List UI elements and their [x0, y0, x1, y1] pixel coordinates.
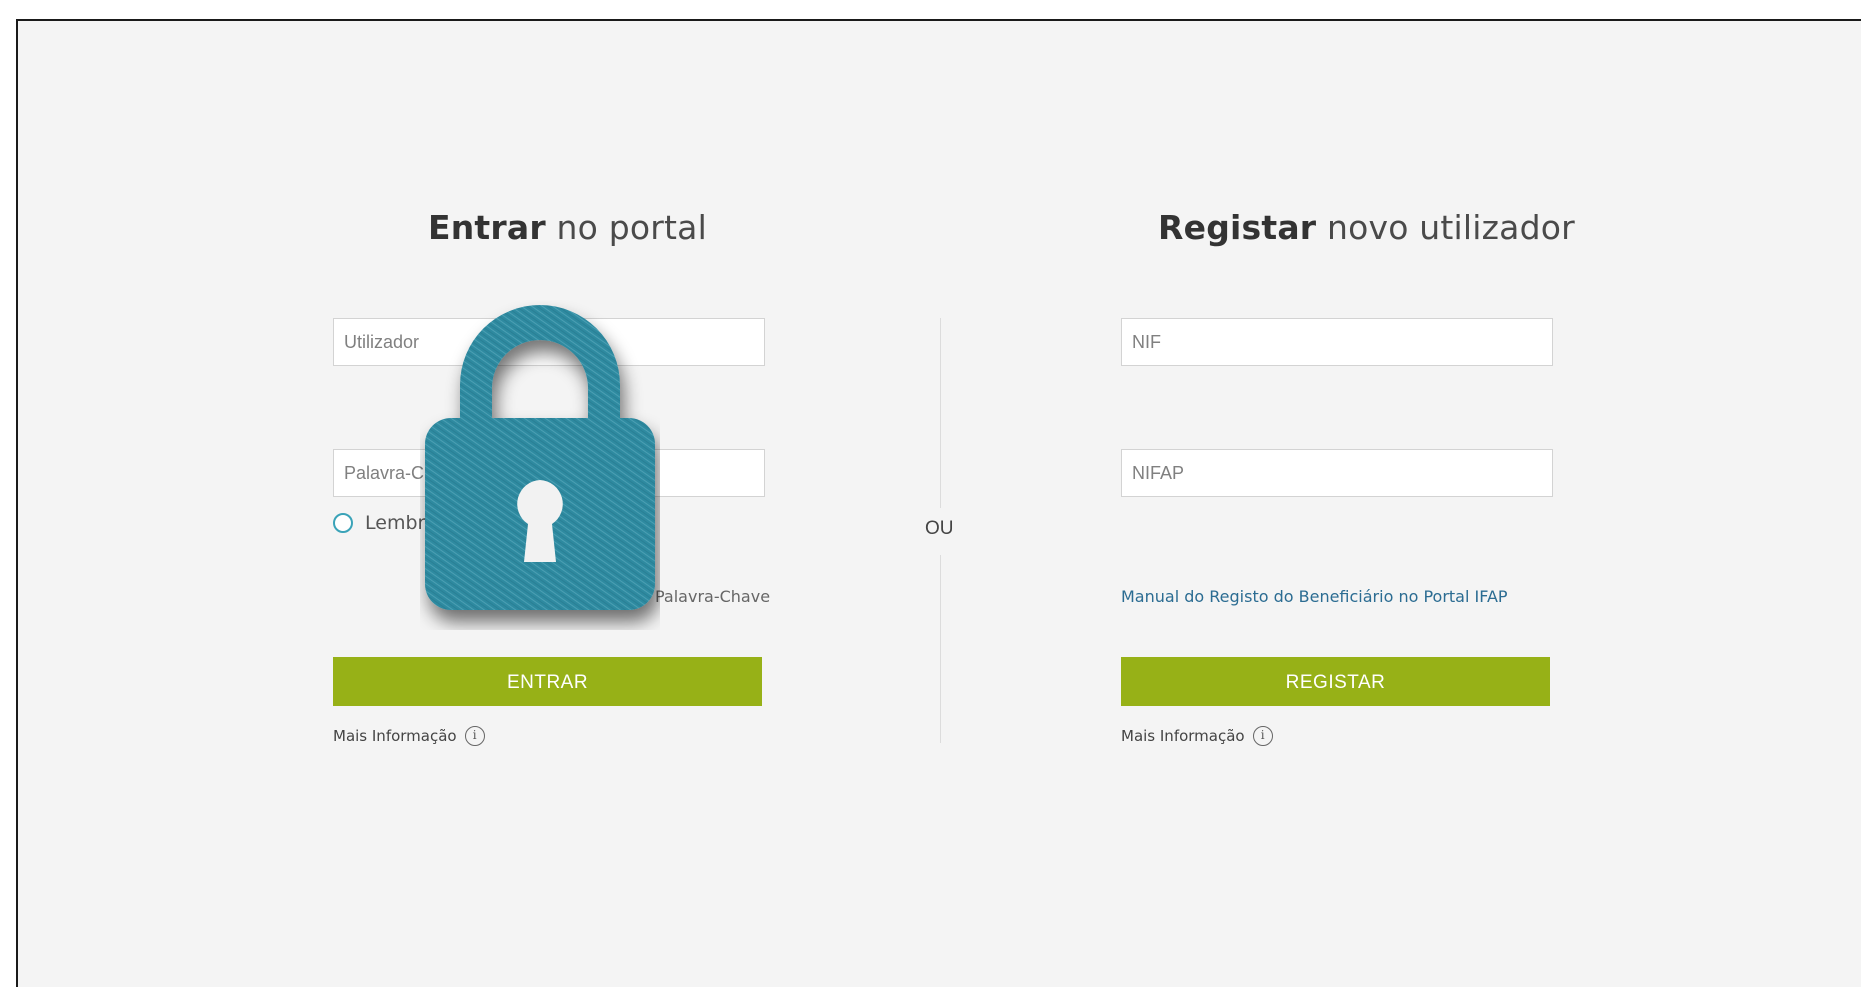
or-separator: OU — [925, 518, 954, 539]
register-more-info[interactable]: Mais Informação i — [1121, 726, 1273, 746]
login-more-info[interactable]: Mais Informação i — [333, 726, 485, 746]
page-frame — [16, 19, 1861, 987]
info-icon[interactable]: i — [1252, 726, 1273, 746]
register-more-info-label: Mais Informação — [1121, 727, 1245, 745]
padlock-icon — [425, 305, 655, 610]
manual-link[interactable]: Manual do Registo do Beneficiário no Por… — [1121, 587, 1508, 606]
divider-bottom — [940, 555, 941, 743]
nif-input[interactable] — [1121, 318, 1553, 366]
divider-top — [940, 318, 941, 508]
login-button[interactable]: ENTRAR — [333, 657, 762, 706]
register-title: Registar novo utilizador — [1158, 208, 1575, 247]
forgot-password-link[interactable]: Palavra-Chave — [655, 587, 770, 606]
info-icon[interactable]: i — [464, 726, 485, 746]
nifap-input[interactable] — [1121, 449, 1553, 497]
login-title: Entrar no portal — [428, 208, 707, 247]
register-button[interactable]: REGISTAR — [1121, 657, 1550, 706]
login-more-info-label: Mais Informação — [333, 727, 457, 745]
remember-me-radio[interactable] — [333, 513, 353, 533]
